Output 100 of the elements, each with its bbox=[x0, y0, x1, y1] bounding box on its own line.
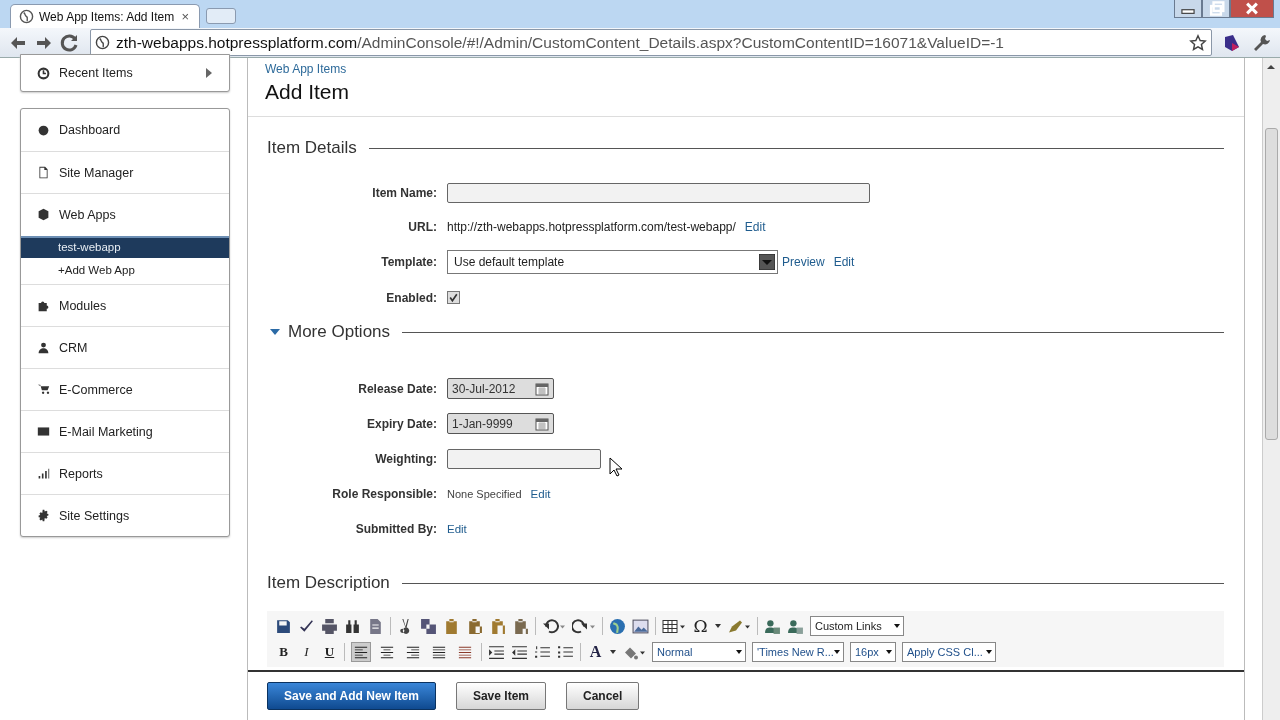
clipboard-icon[interactable] bbox=[512, 617, 529, 635]
clock-icon bbox=[37, 66, 50, 80]
primary-button[interactable]: Save and Add New Item bbox=[267, 682, 436, 710]
css-class-dropdown[interactable]: Apply CSS Cl... bbox=[902, 642, 996, 662]
edit-link[interactable]: Edit bbox=[833, 255, 855, 269]
minimize-button[interactable] bbox=[1174, 0, 1202, 18]
nav-item[interactable]: Reports bbox=[59, 466, 213, 481]
action-button[interactable]: Save Item bbox=[455, 682, 546, 710]
wrench-icon[interactable] bbox=[1252, 32, 1272, 53]
field-label: Enabled: bbox=[385, 290, 437, 305]
calendar-icon[interactable] bbox=[535, 381, 549, 396]
nav-item[interactable]: Site Manager bbox=[59, 165, 213, 180]
field-label: Weighting: bbox=[374, 451, 437, 466]
links-dropdown[interactable]: Custom Links bbox=[810, 616, 904, 636]
nav-subitem[interactable]: test-webapp bbox=[21, 236, 229, 258]
calendar-icon[interactable] bbox=[535, 416, 549, 431]
bullet-list-icon[interactable] bbox=[557, 643, 574, 661]
size-dropdown[interactable]: 16px bbox=[850, 642, 896, 662]
edit-link[interactable]: Edit bbox=[447, 522, 467, 535]
caret-icon[interactable] bbox=[986, 650, 992, 654]
nav-item[interactable]: E-Commerce bbox=[59, 382, 213, 397]
indent-icon[interactable] bbox=[488, 643, 505, 661]
italic-button[interactable]: I bbox=[298, 644, 315, 660]
print-icon[interactable] bbox=[321, 617, 338, 635]
format-dropdown[interactable]: Normal bbox=[652, 642, 746, 662]
copy-icon[interactable] bbox=[420, 617, 437, 635]
outdent-icon[interactable] bbox=[511, 643, 528, 661]
field-value: None Specified bbox=[447, 487, 522, 500]
page-icon bbox=[37, 166, 50, 179]
date-field[interactable]: 30-Jul-2012 bbox=[447, 378, 554, 399]
recent-items-link[interactable]: Recent Items bbox=[59, 66, 196, 80]
caret-icon[interactable] bbox=[886, 650, 892, 654]
scroll-up-arrow-icon[interactable] bbox=[1266, 64, 1276, 70]
globe-icon bbox=[95, 35, 110, 50]
extension-icon[interactable] bbox=[1222, 32, 1242, 53]
caret-icon[interactable] bbox=[736, 650, 742, 654]
action-button[interactable]: Cancel bbox=[566, 682, 640, 710]
people-icon[interactable] bbox=[764, 617, 781, 635]
edit-link[interactable]: Edit bbox=[530, 487, 551, 500]
edit-link[interactable]: Preview bbox=[782, 255, 825, 269]
dropdown-button[interactable] bbox=[759, 254, 775, 270]
nav-item[interactable]: CRM bbox=[59, 340, 213, 355]
clipboard-icon[interactable] bbox=[443, 617, 460, 635]
date-field[interactable]: 1-Jan-9999 bbox=[447, 413, 554, 434]
field-label: Role Responsible: bbox=[331, 486, 437, 501]
tab-title: Web App Items: Add Item bbox=[39, 9, 176, 24]
caret-icon[interactable] bbox=[894, 624, 900, 628]
close-button[interactable] bbox=[1230, 0, 1274, 18]
section-heading[interactable]: More Options bbox=[288, 322, 391, 342]
person-icon bbox=[37, 341, 50, 354]
align-left-button[interactable] bbox=[351, 642, 371, 662]
numbered-list-icon[interactable] bbox=[534, 643, 551, 661]
caret-icon[interactable] bbox=[715, 624, 721, 628]
nav-item[interactable]: Dashboard bbox=[59, 123, 213, 137]
caret-icon[interactable] bbox=[834, 650, 840, 654]
nav-subitem[interactable]: +Add Web App bbox=[21, 259, 229, 281]
url-text: zth-webapps.hotpressplatform.com/AdminConsole/#!/Admin/CustomContent_Details.aspx?CustomContentID=16071&ValueID=-1 bbox=[116, 33, 1005, 52]
people-icon[interactable] bbox=[787, 617, 804, 635]
clipboard-icon[interactable] bbox=[489, 617, 506, 635]
tab-close-button[interactable]: × bbox=[181, 9, 189, 24]
nav-item[interactable]: Modules bbox=[59, 298, 213, 313]
undo-icon[interactable] bbox=[542, 617, 566, 635]
bold-button[interactable]: B bbox=[275, 644, 292, 660]
browser-tab[interactable]: Web App Items: Add Item × bbox=[10, 4, 200, 28]
arrow-icon[interactable] bbox=[205, 68, 213, 78]
image-icon[interactable] bbox=[632, 617, 649, 635]
special-character-button[interactable]: Ω bbox=[692, 616, 709, 636]
underline-button[interactable]: U bbox=[321, 644, 338, 660]
clipboard-icon[interactable] bbox=[466, 617, 483, 635]
reload-icon[interactable] bbox=[60, 32, 80, 53]
globe-icon[interactable] bbox=[609, 617, 626, 635]
field-label: URL: bbox=[407, 219, 437, 234]
scrollbar[interactable] bbox=[1262, 58, 1280, 720]
table-icon[interactable] bbox=[662, 617, 686, 635]
restore-button[interactable] bbox=[1202, 0, 1230, 18]
cursor-icon bbox=[609, 457, 623, 477]
font-dropdown[interactable]: 'Times New R... bbox=[752, 642, 844, 662]
url-value: http://zth-webapps.hotpressplatform.com/test-webapp/ bbox=[447, 219, 736, 234]
nav-item[interactable]: Web Apps bbox=[59, 207, 213, 222]
breadcrumb-link[interactable]: Web App Items bbox=[265, 62, 1227, 76]
input-field[interactable] bbox=[447, 182, 870, 203]
caret-icon[interactable] bbox=[610, 650, 616, 654]
address-bar[interactable]: zth-webapps.hotpressplatform.com/AdminConsole/#!/Admin/CustomContent_Details.aspx?CustomContentID=16071&ValueID=-1 bbox=[90, 29, 1212, 56]
input-field[interactable] bbox=[447, 448, 601, 469]
expand-triangle-icon[interactable] bbox=[270, 327, 280, 337]
nav-item[interactable]: E-Mail Marketing bbox=[59, 424, 213, 439]
page-title: Add Item bbox=[265, 80, 351, 104]
save-icon[interactable] bbox=[275, 617, 292, 635]
spellcheck-icon[interactable] bbox=[298, 617, 315, 635]
redo-icon[interactable] bbox=[572, 617, 596, 635]
star-icon[interactable] bbox=[1189, 33, 1207, 52]
globe-icon bbox=[19, 9, 34, 24]
edit-link[interactable]: Edit bbox=[744, 219, 766, 234]
nav-item[interactable]: Site Settings bbox=[59, 508, 213, 523]
puzzle-icon bbox=[37, 299, 50, 312]
checkbox[interactable] bbox=[447, 291, 460, 304]
template-select[interactable]: Use default template bbox=[447, 250, 778, 274]
page-icon[interactable] bbox=[367, 617, 384, 635]
font-color-button[interactable]: A bbox=[587, 643, 604, 661]
cube-icon bbox=[37, 208, 50, 221]
